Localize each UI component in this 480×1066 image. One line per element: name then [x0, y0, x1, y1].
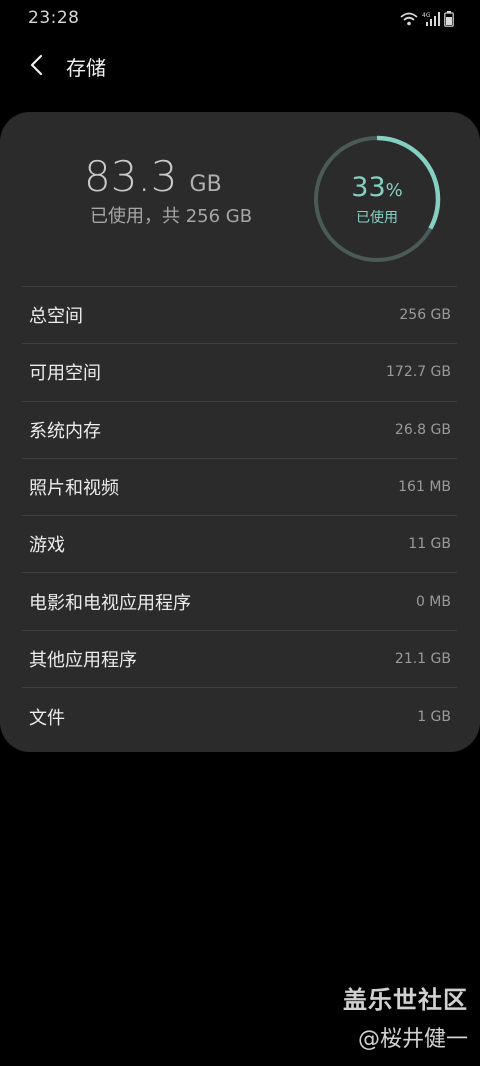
category-value: 21.1 GB	[394, 650, 451, 667]
used-unit: GB	[189, 172, 222, 197]
app-bar: 存储	[0, 40, 480, 92]
status-time: 23:28	[28, 8, 80, 28]
used-caption: 已使用，共 256 GB	[90, 206, 253, 227]
watermark-author: @桜井健一	[357, 1027, 468, 1052]
category-value: 1 GB	[417, 708, 451, 725]
category-label: 系统内存	[29, 420, 101, 442]
storage-category-row[interactable]: 电影和电视应用程序 0 MB	[22, 573, 457, 631]
category-value: 11 GB	[408, 536, 451, 553]
storage-category-row[interactable]: 可用空间 172.7 GB	[22, 344, 457, 402]
usage-percent: 33	[351, 172, 386, 203]
category-label: 总空间	[29, 306, 83, 328]
page-title: 存储	[66, 56, 106, 80]
chevron-left-icon	[29, 54, 45, 80]
category-label: 其他应用程序	[29, 649, 137, 671]
4g-signal-icon: 4G	[422, 11, 440, 27]
storage-category-row[interactable]: 系统内存 26.8 GB	[22, 402, 457, 459]
used-amount: 83.3 GB	[84, 152, 222, 201]
used-number: 83.3	[84, 152, 178, 201]
storage-category-row[interactable]: 文件 1 GB	[22, 688, 457, 745]
battery-icon	[444, 11, 454, 27]
watermark: 盖乐世社区 @桜井健一	[343, 980, 468, 1053]
back-button[interactable]	[20, 50, 54, 84]
category-value: 172.7 GB	[386, 364, 451, 381]
svg-text:4G: 4G	[422, 12, 431, 19]
category-label: 游戏	[29, 535, 65, 557]
category-value: 26.8 GB	[394, 421, 451, 438]
usage-ring-label: 已使用	[356, 210, 398, 226]
storage-category-row[interactable]: 总空间 256 GB	[22, 287, 457, 345]
category-label: 可用空间	[29, 363, 101, 385]
watermark-title: 盖乐世社区	[343, 986, 468, 1014]
status-icons: 4G	[400, 10, 454, 28]
category-value: 0 MB	[415, 593, 451, 610]
storage-category-row[interactable]: 游戏 11 GB	[22, 516, 457, 574]
category-label: 电影和电视应用程序	[29, 592, 191, 614]
category-value: 161 MB	[398, 479, 451, 496]
storage-category-row[interactable]: 照片和视频 161 MB	[22, 459, 457, 517]
usage-ring: 33% 已使用	[312, 134, 442, 264]
usage-percent-sign: %	[385, 180, 403, 201]
storage-category-row[interactable]: 其他应用程序 21.1 GB	[22, 631, 457, 689]
category-label: 文件	[29, 707, 65, 729]
storage-card: 83.3 GB 已使用，共 256 GB 33% 已使用 总空间 256 GB 可用…	[0, 112, 480, 752]
storage-category-list: 总空间 256 GB 可用空间 172.7 GB 系统内存 26.8 GB 照片和视频 161…	[22, 287, 457, 745]
status-bar: 23:28 4G	[0, 0, 480, 38]
wifi-icon	[400, 12, 418, 26]
category-value: 256 GB	[399, 307, 451, 324]
category-label: 照片和视频	[29, 478, 119, 500]
usage-ring-text: 33% 已使用	[312, 172, 442, 227]
